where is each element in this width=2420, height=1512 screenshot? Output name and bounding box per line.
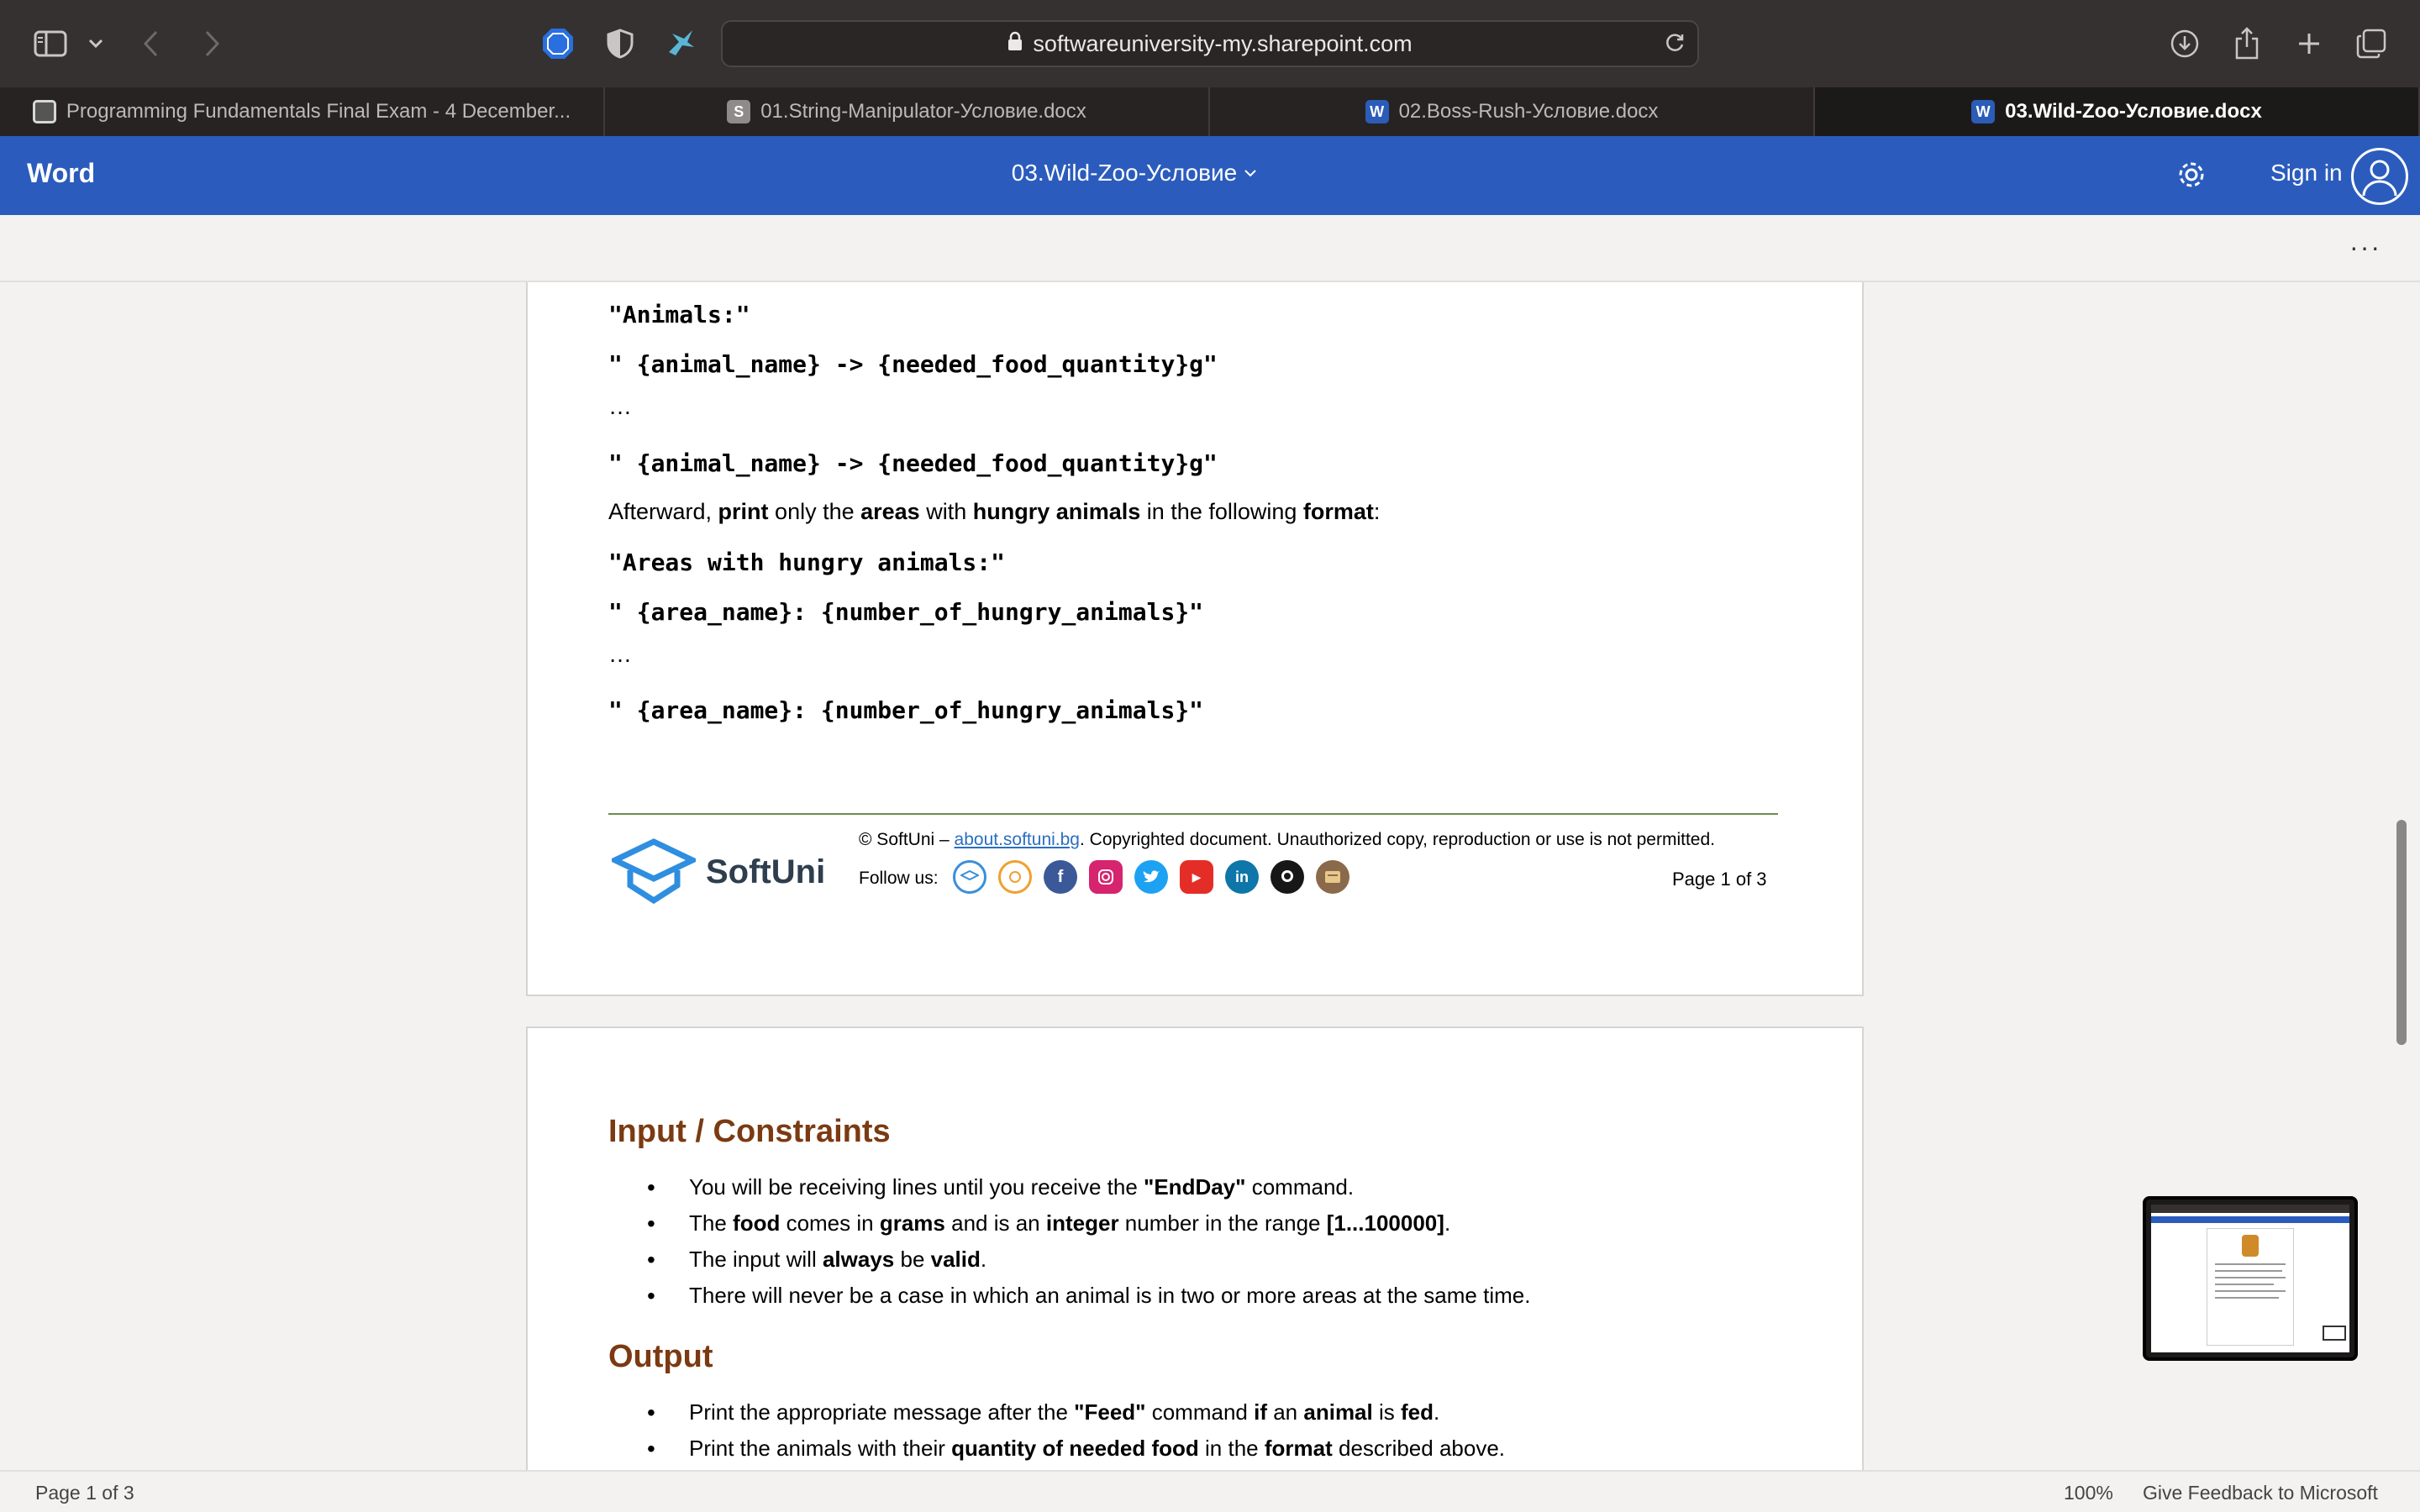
input-constraints-list: You will be receiving lines until you re… [608, 1169, 1530, 1314]
settings-gear-icon[interactable] [2171, 155, 2212, 199]
thumbnail-preview [2151, 1205, 2349, 1352]
reload-icon[interactable] [1664, 32, 1686, 60]
twitter-icon[interactable] [1134, 860, 1168, 894]
address-bar[interactable]: softwareuniversity-my.sharepoint.com [721, 20, 1699, 67]
share-icon[interactable] [2232, 22, 2262, 66]
tab-boss-rush[interactable]: W 02.Boss-Rush-Условие.docx [1210, 87, 1815, 136]
word-header: Word 03.Wild-Zoo-Условие Sign in [0, 136, 2420, 215]
list-item: There will never be a case in which an a… [608, 1278, 1530, 1314]
tab-label: Programming Fundamentals Final Exam - 4 … [66, 100, 571, 123]
zoom-level[interactable]: 100% [2064, 1482, 2113, 1504]
tab-final-exam[interactable]: Programming Fundamentals Final Exam - 4 … [0, 87, 605, 136]
status-bar: Page 1 of 3 100% Give Feedback to Micros… [0, 1470, 2420, 1512]
page-number: Page 1 of 3 [1672, 869, 1767, 890]
output-list: Print the appropriate message after the … [608, 1394, 1505, 1467]
avatar-icon[interactable] [2351, 148, 2408, 205]
status-page-count: Page 1 of 3 [35, 1482, 134, 1504]
extension-blocker-icon[interactable] [539, 22, 576, 66]
footer-divider [608, 813, 1778, 815]
facebook-icon[interactable]: f [1044, 860, 1077, 894]
tab-label: 01.String-Manipulator-Условие.docx [760, 100, 1086, 123]
tab-label: 03.Wild-Zoo-Условие.docx [2005, 100, 2262, 123]
tab-wild-zoo[interactable]: W 03.Wild-Zoo-Условие.docx [1815, 87, 2420, 136]
code-line-animal-format: " {animal_name} -> {needed_food_quantity… [608, 449, 1218, 477]
github-icon[interactable] [1270, 860, 1304, 894]
code-line-areas-header: "Areas with hungry animals:" [608, 549, 1006, 576]
document-page-1: "Animals:" " {animal_name} -> {needed_fo… [526, 282, 1864, 996]
browser-toolbar: softwareuniversity-my.sharepoint.com [0, 0, 2420, 87]
download-icon[interactable] [2168, 22, 2202, 66]
youtube-icon[interactable]: ▶ [1180, 860, 1213, 894]
heading-input-constraints: Input / Constraints [608, 1114, 891, 1149]
browser-tab-bar: Programming Fundamentals Final Exam - 4 … [0, 87, 2420, 136]
ribbon-bar: ··· [0, 215, 2420, 282]
list-item: The food comes in grams and is an intege… [608, 1205, 1530, 1242]
lock-icon [1007, 31, 1023, 57]
social-links: f ▶ in [953, 860, 1349, 894]
follow-us-label: Follow us: [859, 869, 939, 888]
document-canvas[interactable]: "Animals:" " {animal_name} -> {needed_fo… [0, 282, 2420, 1470]
code-line-animals-header: "Animals:" [608, 301, 750, 328]
word-favicon-icon: W [1365, 100, 1389, 123]
tab-overview-icon[interactable] [2354, 22, 2388, 66]
chevron-down-icon[interactable] [86, 22, 106, 66]
instagram-icon[interactable] [1089, 860, 1123, 894]
screen-favicon-icon [32, 100, 56, 123]
url-text: softwareuniversity-my.sharepoint.com [1033, 30, 1413, 56]
ellipsis: … [608, 393, 632, 419]
tab-label: 02.Boss-Rush-Условие.docx [1398, 100, 1659, 123]
forum-icon[interactable] [1316, 860, 1349, 894]
app-name[interactable]: Word [27, 158, 95, 189]
screenshot-thumbnail[interactable] [2143, 1196, 2358, 1361]
new-tab-icon[interactable] [2294, 22, 2324, 66]
list-item: You will be receiving lines until you re… [608, 1169, 1530, 1205]
linkedin-icon[interactable]: in [1225, 860, 1259, 894]
give-feedback-link[interactable]: Give Feedback to Microsoft [2143, 1482, 2378, 1504]
graduation-cap-icon [612, 838, 696, 905]
more-options-button[interactable]: ··· [2349, 232, 2381, 263]
softuni-about-link[interactable]: about.softuni.bg [955, 830, 1080, 849]
shield-icon[interactable] [603, 22, 637, 66]
s-favicon-icon: S [727, 100, 751, 123]
document-page-2: Input / Constraints You will be receivin… [526, 1026, 1864, 1470]
chevron-down-icon [1244, 170, 1256, 177]
heading-output: Output [608, 1339, 713, 1374]
document-title[interactable]: 03.Wild-Zoo-Условие [924, 160, 1344, 186]
list-item: The input will always be valid. [608, 1242, 1530, 1278]
list-item: Print the animals with their quantity of… [608, 1431, 1505, 1467]
vertical-scrollbar[interactable] [2396, 820, 2407, 1045]
code-line-animal-format: " {animal_name} -> {needed_food_quantity… [608, 350, 1218, 378]
back-icon[interactable] [139, 22, 163, 66]
code-line-area-format: " {area_name}: {number_of_hungry_animals… [608, 598, 1204, 626]
sign-in-link[interactable]: Sign in [2270, 160, 2343, 186]
sidebar-toggle-icon[interactable] [32, 22, 69, 66]
copyright-notice: © SoftUni – about.softuni.bg. Copyrighte… [859, 830, 1716, 849]
paragraph-afterward: Afterward, print only the areas with hun… [608, 499, 1381, 524]
word-favicon-icon: W [1971, 100, 1996, 123]
ellipsis: … [608, 641, 632, 667]
softuni-creative-icon[interactable] [998, 860, 1032, 894]
softuni-logo: SoftUni [612, 838, 825, 906]
softuni-social-icon[interactable] [953, 860, 986, 894]
tab-string-manipulator[interactable]: S 01.String-Manipulator-Условие.docx [605, 87, 1210, 136]
extension-bird-icon[interactable] [662, 22, 699, 66]
code-line-area-format: " {area_name}: {number_of_hungry_animals… [608, 696, 1204, 724]
forward-icon[interactable] [200, 22, 224, 66]
list-item: Print the appropriate message after the … [608, 1394, 1505, 1431]
